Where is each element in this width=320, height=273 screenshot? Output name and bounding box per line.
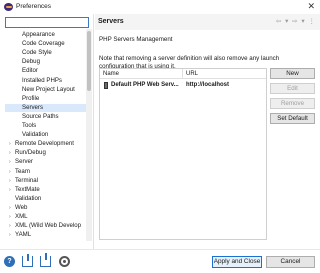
tree-item-label: Server	[15, 158, 33, 166]
help-icon[interactable]: ?	[4, 256, 15, 267]
remove-button[interactable]: Remove	[270, 98, 315, 109]
tree-item-appearance[interactable]: Appearance	[5, 31, 89, 39]
tree-item-xml-wild-web-develop[interactable]: › XML (Wild Web Develop	[5, 222, 89, 230]
tree-item-label: Appearance	[22, 31, 55, 38]
tree-item-installed-phps[interactable]: Installed PHPs	[5, 77, 89, 85]
tree-item-label: TextMate	[15, 185, 40, 193]
page-title: Servers	[98, 18, 124, 25]
apply-and-close-button[interactable]: Apply and Close	[212, 256, 262, 268]
tree-item-run-debug[interactable]: › Run/Debug	[5, 149, 89, 157]
set-default-button[interactable]: Set Default	[270, 113, 315, 124]
oomph-recorder-icon[interactable]	[59, 256, 70, 267]
footer-divider	[0, 249, 320, 250]
tree-item-label: Profile	[22, 94, 40, 102]
tree-item-web[interactable]: › Web	[5, 204, 89, 212]
tree-item-xml[interactable]: › XML	[5, 213, 89, 221]
title-bar: Preferences ✕	[0, 0, 320, 14]
tree-item-label: Source Paths	[22, 112, 59, 120]
tree-item-label: New Project Layout	[22, 85, 75, 93]
pane-header: Servers ⇦ ▾ ⇨ ▾ ⋮	[95, 14, 320, 30]
tree-item-remote-development[interactable]: › Remote Development	[5, 140, 89, 148]
tree-item-label: Validation	[15, 194, 42, 202]
column-header-name[interactable]: Name	[103, 71, 119, 77]
filter-input[interactable]	[5, 17, 89, 28]
tree-item-terminal[interactable]: › Terminal	[5, 177, 89, 185]
tree-item-code-style[interactable]: Code Style	[5, 49, 89, 57]
tree-item-label: Installed PHPs	[22, 76, 62, 84]
pane-divider[interactable]	[93, 14, 94, 249]
new-button[interactable]: New	[270, 68, 315, 79]
table-header: Name URL	[100, 69, 266, 79]
tree-item-label: Code Coverage	[22, 40, 65, 48]
history-nav-controls[interactable]: ⇦ ▾ ⇨ ▾ ⋮	[276, 17, 316, 25]
tree-item-tools[interactable]: Tools	[5, 122, 89, 130]
tree-item-textmate[interactable]: › TextMate	[5, 186, 89, 194]
tree-item-label: Team	[15, 167, 30, 175]
table-row[interactable]: Default PHP Web Serv... http://localhost	[100, 81, 266, 90]
tree-item-code-coverage[interactable]: Code Coverage	[5, 40, 89, 48]
close-icon[interactable]: ✕	[307, 2, 315, 11]
eclipse-app-icon	[4, 3, 13, 11]
tree-item-yaml[interactable]: › YAML	[5, 231, 89, 239]
window-title: Preferences	[16, 3, 52, 10]
server-name-cell: Default PHP Web Serv...	[111, 82, 179, 88]
tree-item-label: Servers	[22, 103, 43, 111]
tree-item-new-project-layout[interactable]: New Project Layout	[5, 86, 89, 94]
export-icon[interactable]	[40, 253, 51, 267]
tree-item-debug[interactable]: Debug	[5, 58, 89, 66]
edit-button[interactable]: Edit	[270, 83, 315, 94]
column-header-url[interactable]: URL	[186, 71, 198, 77]
import-icon[interactable]	[22, 254, 33, 267]
tree-item-source-paths[interactable]: Source Paths	[5, 113, 89, 121]
tree-item-label: Code Style	[22, 49, 52, 57]
tree-item-validation[interactable]: Validation	[5, 195, 89, 203]
tree-item-label: Validation	[22, 131, 49, 139]
tree-item-label: XML (Wild Web Develop	[15, 222, 82, 230]
tree-item-server[interactable]: › Server	[5, 158, 89, 166]
tree-item-label: Debug	[22, 58, 40, 66]
tree-item-label: Editor	[22, 67, 38, 75]
column-separator[interactable]	[182, 69, 183, 79]
server-icon	[104, 82, 108, 89]
tree-item-label: Run/Debug	[15, 149, 46, 157]
tree-item-label: Remote Development	[15, 140, 74, 148]
tree-item-label: Tools	[22, 122, 37, 129]
server-url-cell: http://localhost	[186, 82, 229, 88]
tree-item-label: YAML	[15, 231, 32, 239]
tree-item-label: Terminal	[15, 176, 39, 184]
tree-item-editor[interactable]: Editor	[5, 67, 89, 75]
section-title: PHP Servers Management	[99, 36, 173, 43]
tree-item-label: XML	[15, 213, 28, 220]
cancel-button[interactable]: Cancel	[266, 256, 315, 268]
tree-item-team[interactable]: › Team	[5, 168, 89, 176]
tree-item-label: Web	[15, 203, 28, 211]
tree-item-servers[interactable]: Servers	[5, 103, 89, 112]
tree-item-validation[interactable]: Validation	[5, 131, 89, 139]
tree-scrollbar[interactable]	[86, 29, 92, 241]
preference-tree: Appearance Code Coverage Code Style Debug Ed…	[5, 31, 89, 241]
tree-scrollbar-thumb[interactable]	[87, 31, 91, 91]
tree-item-profile[interactable]: Profile	[5, 95, 89, 103]
servers-table: Name URL Default PHP Web Serv... http://…	[99, 68, 267, 240]
